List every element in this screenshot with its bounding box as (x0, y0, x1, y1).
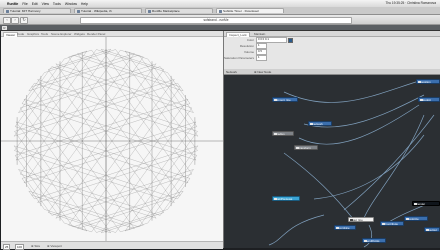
graph-node[interactable]: render (412, 201, 440, 206)
node-icon (364, 240, 367, 242)
node-icon (382, 223, 385, 225)
favicon-icon (5, 10, 9, 13)
graph-node[interactable]: transform (294, 145, 318, 150)
node-icon (310, 123, 313, 125)
node-icon (420, 99, 423, 101)
param-label: Volume (243, 49, 254, 54)
graph-node[interactable]: position (416, 79, 440, 84)
param-row: Color 0 0 0 0.1 (224, 37, 440, 43)
menu-app-name[interactable]: RunMe (7, 2, 18, 6)
node-icon (406, 218, 409, 220)
render-canvas[interactable] (1, 37, 223, 241)
viewer-pane: Viewer Code Graphics Tools Scene Explore… (1, 31, 224, 250)
node-label: colorize (409, 217, 419, 221)
browser-tab[interactable]: RunMe Marketplace (145, 8, 213, 13)
browser-tab-label: Tutorial · Wikipedia, th (81, 9, 112, 13)
favicon-icon (147, 10, 151, 13)
browser-tab-label: Subtitle Timer · Download (223, 9, 259, 13)
param-label: Saturation Parameters (224, 55, 255, 60)
browser-tab-label: Tutorial: MIT Harmony (10, 9, 41, 13)
browser-tabbar: Tutorial: MIT Harmony Tutorial · Wikiped… (0, 7, 440, 15)
node-label: tabPreviews (277, 197, 293, 201)
back-button[interactable]: ‹ (3, 17, 11, 24)
reload-button[interactable]: ↻ (20, 17, 28, 24)
zoom-left-field[interactable]: 25 (3, 243, 11, 250)
menu-edit[interactable]: Edit (32, 2, 38, 6)
size-toggle[interactable]: ⊕ Size (31, 244, 40, 248)
string-art-drawing (1, 37, 223, 241)
param-input[interactable]: 1 (256, 55, 267, 61)
forward-button[interactable]: › (11, 17, 19, 24)
node-label: lookAt (423, 98, 431, 102)
menu-view[interactable]: View (42, 2, 49, 6)
tab-inspect-lock[interactable]: Inspect_Lock (226, 31, 250, 37)
browser-tab-label: RunMe Marketplace (152, 9, 180, 13)
graph-node[interactable]: network (308, 121, 332, 126)
param-row: Volume 0.5 (224, 49, 440, 55)
graph-node-selected[interactable]: out_line (348, 217, 374, 222)
graph-node[interactable]: radius (272, 131, 294, 136)
tab-render-panel[interactable]: Render Panel (85, 32, 107, 36)
node-icon (274, 133, 277, 135)
menu-window[interactable]: Window (65, 2, 77, 6)
node-icon (274, 99, 277, 101)
node-label: position (421, 80, 431, 84)
viewport-toggle[interactable]: ⊕ Viewport (47, 244, 62, 248)
browser-toolbar: ‹ › ↻ sofstrand - runMe (0, 15, 440, 25)
node-icon (274, 198, 277, 200)
node-label: import_line (277, 98, 291, 102)
favicon-icon (76, 10, 80, 13)
menu-help[interactable]: Help (81, 2, 88, 6)
param-label: Color (246, 37, 254, 42)
node-network[interactable]: import_line network position radius tran… (224, 75, 440, 248)
connection-wires (268, 80, 435, 248)
address-bar[interactable]: sofstrand - runMe (80, 17, 352, 24)
graph-node[interactable]: lookAt (418, 97, 440, 102)
browser-tab[interactable]: Tutorial · Wikipedia, th (74, 8, 142, 13)
menu-tools[interactable]: Tools (53, 2, 61, 6)
menu-file[interactable]: File (22, 2, 27, 6)
graph-node[interactable]: tabPreviews (272, 196, 300, 201)
browser-tab-active[interactable]: Subtitle Timer · Download (216, 8, 284, 13)
tab-maintain[interactable]: Maintain (252, 32, 267, 36)
node-label: combine (339, 226, 350, 230)
right-pane: Inspect_Lock Maintain Color 0 0 0 0.1 Re… (224, 31, 440, 248)
node-label: network (313, 122, 323, 126)
param-label: Resolution (239, 43, 254, 48)
graph-node[interactable]: colorize (404, 216, 428, 221)
graph-node[interactable]: Contribute (380, 221, 404, 226)
browser-tab[interactable]: Tutorial: MIT Harmony (3, 8, 71, 13)
node-label: render (417, 202, 426, 206)
node-label: output (429, 228, 437, 232)
node-icon (336, 227, 339, 229)
favicon-icon (218, 10, 222, 13)
node-label: endPoints (367, 239, 380, 243)
zoom-mid-field[interactable]: 100 (15, 243, 25, 250)
new-node-button[interactable]: ⊕ New Node (254, 70, 271, 74)
node-label: radius (277, 132, 285, 136)
node-label: out_line (353, 218, 363, 222)
menubar-status: Thu 19:35:25 · Christina Romanova (385, 1, 437, 5)
tab-scene-explorer[interactable]: Scene Explorer (49, 32, 74, 36)
node-icon (426, 229, 429, 231)
inspector-panel: Inspect_Lock Maintain Color 0 0 0 0.1 Re… (224, 31, 440, 70)
color-swatch[interactable] (288, 37, 293, 43)
graph-node[interactable]: import_line (272, 97, 298, 102)
node-icon (418, 81, 421, 83)
network-title: Network (226, 69, 238, 74)
node-icon (296, 147, 299, 149)
param-row: Resolution 1 (224, 43, 440, 49)
node-label: Contribute (385, 222, 398, 226)
app-logo-icon[interactable]: R (2, 25, 7, 30)
graph-node[interactable]: combine (334, 225, 356, 230)
graph-node[interactable]: endPoints (362, 238, 386, 243)
param-row: Saturation Parameters 1 (224, 55, 440, 61)
graph-node[interactable]: output (424, 227, 440, 232)
node-icon (350, 219, 353, 221)
node-icon (414, 203, 417, 205)
node-label: transform (299, 146, 311, 150)
